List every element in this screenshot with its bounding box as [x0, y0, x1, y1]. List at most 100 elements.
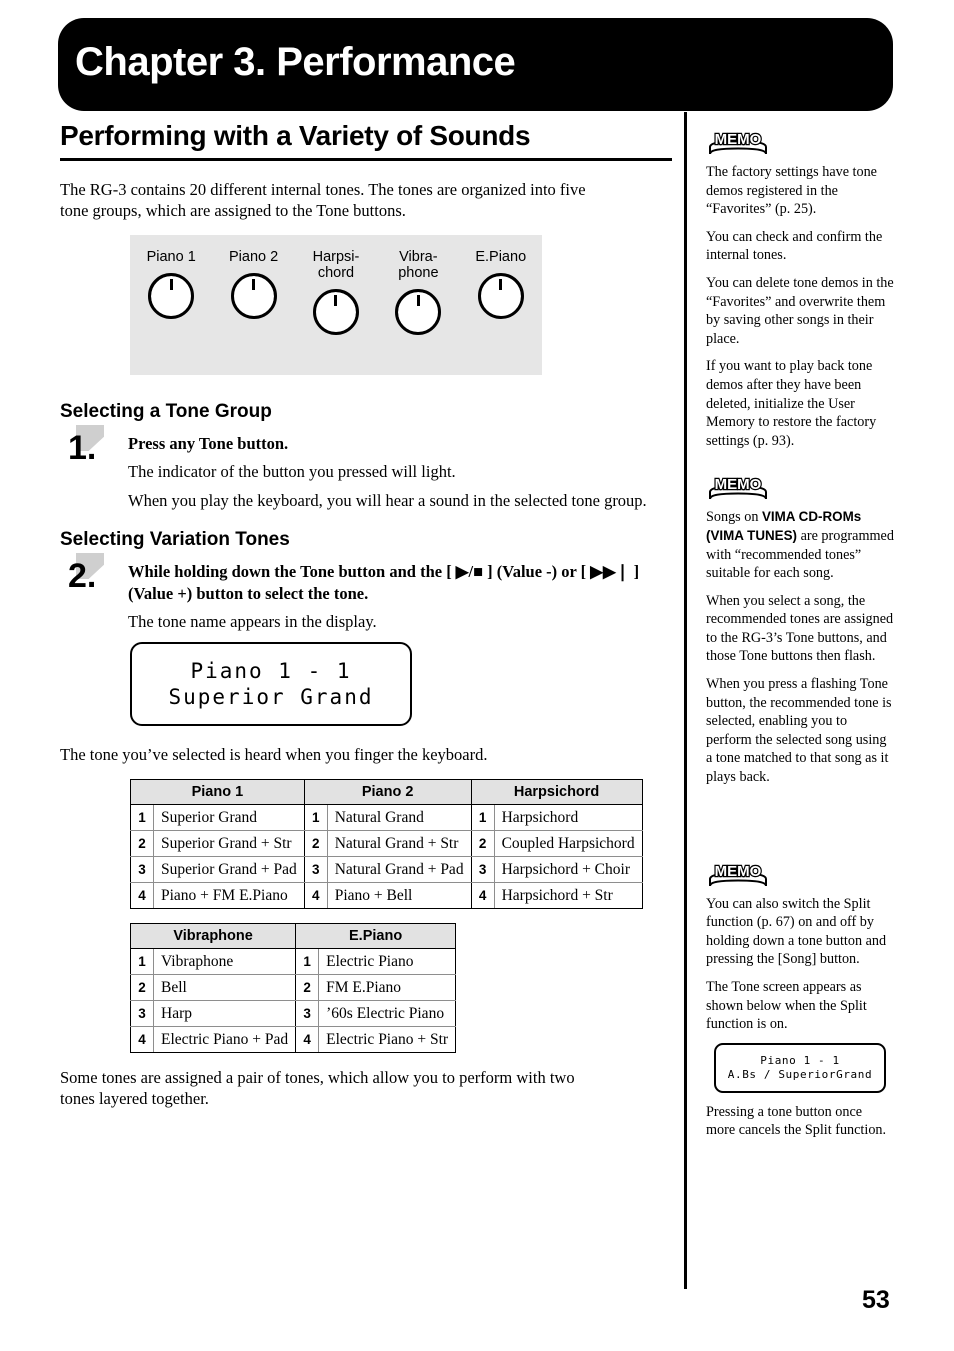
lcd-line-1: Piano 1 - 1 — [760, 1053, 840, 1067]
tone-name: Coupled Harpsichord — [494, 830, 643, 857]
intro-paragraph: The RG-3 contains 20 different internal … — [60, 180, 586, 220]
tone-name: Harpsichord + Choir — [494, 856, 643, 883]
tone-index: 3 — [295, 1000, 320, 1027]
table-header-row: Piano 1 Piano 2 Harpsichord — [130, 779, 643, 805]
memo-paragraph: You can check and confirm the internal t… — [706, 228, 883, 264]
tone-button-label: Harpsi- chord — [312, 249, 360, 281]
after-lcd-text: The tone you’ve selected is heard when y… — [60, 745, 488, 764]
table-col-header: Harpsichord — [470, 779, 643, 805]
tone-index: 3 — [470, 856, 495, 883]
step-body: While holding down the Tone button and t… — [128, 561, 672, 632]
lcd-display-split: Piano 1 - 1 A.Bs / SuperiorGrand — [714, 1042, 886, 1093]
tone-name: Superior Grand + Str — [153, 830, 305, 857]
memo-icon: MEMO MEMO — [706, 862, 770, 888]
memo-bold-run: VIMA CD-ROMs — [761, 509, 862, 525]
step-heading: While holding down the Tone button and t… — [128, 562, 640, 603]
step-detail: The indicator of the button you pressed … — [128, 462, 456, 481]
knob-icon[interactable] — [395, 289, 442, 335]
tone-name: Superior Grand — [153, 804, 305, 831]
knob-icon[interactable] — [477, 273, 524, 319]
tone-button-vibraphone[interactable]: Vibra- phone — [381, 249, 455, 335]
step-2: 2. While holding down the Tone button an… — [60, 553, 672, 632]
tone-button-label: Piano 2 — [228, 249, 279, 265]
memo-paragraph: The Tone screen appears as shown below w… — [706, 979, 867, 1033]
knob-icon[interactable] — [312, 289, 359, 335]
svg-text:MEMO: MEMO — [715, 131, 762, 148]
lcd-line-1: Piano 1 - 1 — [190, 659, 352, 683]
tone-button-panel-figure: Piano 1 Piano 2 Harpsi- chord Vibra- pho… — [130, 235, 542, 375]
tone-index: 4 — [295, 1026, 320, 1053]
tone-index: 1 — [130, 948, 154, 975]
memo-block-1: MEMO MEMO The factory settings have tone… — [706, 130, 894, 450]
tone-index: 2 — [295, 974, 320, 1001]
table-row: 1 Vibraphone 1 Electric Piano — [130, 948, 457, 975]
chapter-title: Chapter 3. Performance — [75, 40, 516, 84]
tone-index: 4 — [130, 882, 154, 909]
table-row: 4 Piano + FM E.Piano 4 Piano + Bell 4 Ha… — [130, 882, 643, 909]
tone-index: 1 — [470, 804, 495, 831]
memo-paragraph: If you want to play back tone demos afte… — [706, 358, 877, 449]
table-col-header: Vibraphone — [129, 923, 297, 949]
table-row: 3 Harp 3 ’60s Electric Piano — [130, 1000, 457, 1027]
table-col-header: E.Piano — [295, 923, 457, 949]
tone-name: Piano + Bell — [327, 882, 472, 909]
closing-paragraph: Some tones are assigned a pair of tones,… — [60, 1068, 575, 1108]
tone-name: Harp — [153, 1000, 297, 1027]
knob-icon[interactable] — [148, 273, 195, 319]
tone-index: 1 — [130, 804, 154, 831]
step-heading: Press any Tone button. — [128, 434, 289, 453]
memo-icon: MEMO MEMO — [706, 475, 770, 501]
tone-name: Natural Grand — [327, 804, 472, 831]
tone-name: Superior Grand + Pad — [153, 856, 305, 883]
tone-index: 4 — [130, 1026, 154, 1053]
tone-button-epiano[interactable]: E.Piano — [464, 249, 538, 319]
memo-icon: MEMO MEMO — [706, 130, 770, 156]
tone-name: FM E.Piano — [318, 974, 457, 1001]
step-detail: When you play the keyboard, you will hea… — [128, 491, 647, 510]
tone-index: 2 — [130, 974, 154, 1001]
memo-sidebar: MEMO MEMO The factory settings have tone… — [706, 130, 894, 1149]
memo-bold-run: (VIMA TUNES) — [706, 527, 798, 543]
tone-index: 3 — [303, 856, 328, 883]
tone-index: 2 — [303, 830, 328, 857]
table-row: 4 Electric Piano + Pad 4 Electric Piano … — [130, 1026, 457, 1053]
memo-block-3: MEMO MEMO You can also switch the Split … — [706, 862, 894, 1140]
tone-name: Bell — [153, 974, 297, 1001]
step-detail: The tone name appears in the display. — [128, 612, 377, 631]
tone-button-harpsichord[interactable]: Harpsi- chord — [299, 249, 373, 335]
step-number: 2. — [68, 557, 97, 595]
step-1: 1. Press any Tone button. The indicator … — [60, 425, 672, 511]
tone-index: 2 — [470, 830, 495, 857]
tone-name: Electric Piano + Str — [318, 1026, 457, 1053]
main-column: Performing with a Variety of Sounds The … — [60, 120, 672, 1123]
tone-button-label: Piano 1 — [146, 249, 196, 265]
tone-index: 4 — [470, 882, 495, 909]
step-body: Press any Tone button. The indicator of … — [128, 433, 672, 511]
tone-index: 1 — [295, 948, 320, 975]
tone-button-label: E.Piano — [475, 249, 527, 265]
table-row: 1 Superior Grand 1 Natural Grand 1 Harps… — [130, 804, 643, 831]
memo-paragraph: Pressing a tone button once more cancels… — [706, 1103, 887, 1139]
memo-paragraph: You can delete tone demos in the “Favori… — [706, 274, 894, 347]
svg-text:MEMO: MEMO — [715, 863, 762, 880]
tone-name: Electric Piano — [318, 948, 457, 975]
column-divider — [684, 112, 687, 1289]
tone-name: Natural Grand + Pad — [327, 856, 472, 883]
tone-name: Natural Grand + Str — [327, 830, 472, 857]
subsection-title-variation-tones: Selecting Variation Tones — [60, 529, 290, 550]
table-col-header: Piano 1 — [130, 779, 305, 805]
table-row: 2 Bell 2 FM E.Piano — [130, 974, 457, 1001]
tone-index: 3 — [130, 856, 154, 883]
tone-button-piano-1[interactable]: Piano 1 — [134, 249, 208, 319]
tone-name: ’60s Electric Piano — [318, 1000, 457, 1027]
tone-button-piano-2[interactable]: Piano 2 — [217, 249, 291, 319]
tone-button-label: Vibra- phone — [398, 249, 439, 281]
table-row: 3 Superior Grand + Pad 3 Natural Grand +… — [130, 856, 643, 883]
tone-name: Piano + FM E.Piano — [153, 882, 305, 909]
knob-icon[interactable] — [230, 273, 277, 319]
memo-paragraph: When you press a flashing Tone button, t… — [706, 676, 892, 786]
lcd-display-main: Piano 1 - 1 Superior Grand — [130, 642, 412, 726]
tone-table-2: Vibraphone E.Piano 1 Vibraphone 1 Electr… — [129, 923, 457, 1053]
svg-text:MEMO: MEMO — [715, 476, 762, 493]
page-title: Performing with a Variety of Sounds — [60, 120, 531, 151]
